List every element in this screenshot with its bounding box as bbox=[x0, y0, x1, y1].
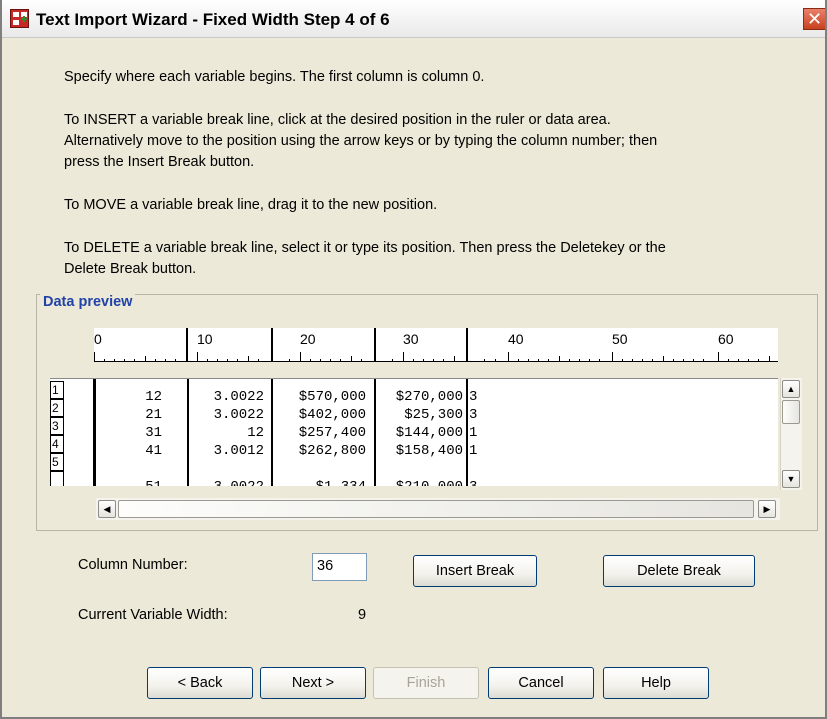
data-cell: 51 bbox=[122, 478, 162, 486]
vertical-scrollbar[interactable]: ▲ ▼ bbox=[780, 378, 802, 490]
instruction-line: Specify where each variable begins. The … bbox=[64, 69, 485, 85]
data-cell: 3.0012 bbox=[213, 443, 264, 459]
ruler-label: 20 bbox=[300, 331, 316, 347]
data-cell: $144,000 bbox=[395, 425, 463, 441]
ruler-break-marker[interactable] bbox=[466, 328, 468, 362]
data-cell: $262,800 bbox=[298, 443, 366, 459]
data-cell: $270,000 bbox=[395, 389, 463, 405]
instruction-line: press the Insert Break button. bbox=[64, 154, 255, 170]
row-number: 3 bbox=[50, 417, 64, 435]
vertical-scroll-thumb[interactable] bbox=[782, 400, 800, 424]
cancel-button[interactable]: Cancel bbox=[488, 667, 594, 699]
help-button[interactable]: Help bbox=[603, 667, 709, 699]
row-number-partial bbox=[50, 471, 64, 486]
data-cell: 3 bbox=[469, 478, 477, 486]
app-icon bbox=[10, 9, 29, 28]
data-cell: 3 bbox=[469, 407, 478, 423]
data-cell: $158,400 bbox=[395, 443, 463, 459]
data-cell: $25,300 bbox=[404, 407, 463, 423]
data-cell: 12 bbox=[247, 425, 264, 441]
data-cell: $1,334 bbox=[274, 478, 366, 486]
variable-break-line[interactable] bbox=[271, 379, 273, 486]
ruler-label: 40 bbox=[508, 331, 524, 347]
next-button[interactable]: Next > bbox=[260, 667, 366, 699]
data-cell: 41 bbox=[145, 443, 162, 459]
ruler-label: 30 bbox=[403, 331, 419, 347]
scroll-down-icon[interactable]: ▼ bbox=[782, 470, 800, 488]
row-number: 2 bbox=[50, 399, 64, 417]
data-cell: 3 bbox=[469, 389, 478, 405]
row-number-column: 1 2 3 4 5 bbox=[50, 379, 96, 486]
finish-button[interactable]: Finish bbox=[373, 667, 479, 699]
data-cell: 1 bbox=[469, 425, 478, 441]
variable-break-line[interactable] bbox=[187, 379, 189, 486]
data-cell: $210,000 bbox=[377, 478, 463, 486]
column-ruler[interactable]: 0 10 20 30 40 50 60 bbox=[94, 328, 778, 362]
data-preview-legend: Data preview bbox=[40, 294, 136, 310]
column-number-input[interactable]: 36 bbox=[312, 553, 367, 581]
ruler-label: 60 bbox=[718, 331, 734, 347]
column-number-label: Column Number: bbox=[78, 557, 188, 573]
row-number: 4 bbox=[50, 435, 64, 453]
ruler-break-marker[interactable] bbox=[186, 328, 188, 362]
variable-break-line[interactable] bbox=[374, 379, 376, 486]
close-icon[interactable]: ✕ bbox=[803, 8, 825, 30]
delete-break-button[interactable]: Delete Break bbox=[603, 555, 755, 587]
ruler-label: 50 bbox=[612, 331, 628, 347]
row-number: 5 bbox=[50, 453, 64, 471]
text-import-wizard-window: Text Import Wizard - Fixed Width Step 4 … bbox=[0, 0, 827, 719]
ruler-baseline bbox=[94, 361, 778, 362]
scroll-right-icon[interactable]: ▶ bbox=[758, 500, 776, 518]
instruction-line: Alternatively move to the position using… bbox=[64, 133, 658, 149]
insert-break-button[interactable]: Insert Break bbox=[413, 555, 537, 587]
current-variable-width-value: 9 bbox=[358, 607, 367, 623]
data-preview-grid[interactable]: 1 2 3 4 5 12 3.0022 $570,000 $270,000 3 … bbox=[50, 378, 778, 486]
instruction-line: To MOVE a variable break line, drag it t… bbox=[64, 197, 438, 213]
data-cell: $257,400 bbox=[298, 425, 366, 441]
horizontal-scrollbar[interactable]: ◀ ▶ bbox=[96, 498, 780, 520]
title-bar[interactable]: Text Import Wizard - Fixed Width Step 4 … bbox=[2, 0, 825, 38]
ruler-break-marker[interactable] bbox=[374, 328, 376, 362]
back-button[interactable]: < Back bbox=[147, 667, 253, 699]
data-cell: $402,000 bbox=[298, 407, 366, 423]
data-cell: 12 bbox=[145, 389, 162, 405]
ruler-label: 10 bbox=[197, 331, 213, 347]
data-cell: $570,000 bbox=[298, 389, 366, 405]
instruction-line: Delete Break button. bbox=[64, 261, 197, 277]
instruction-line: To DELETE a variable break line, select … bbox=[64, 240, 666, 256]
ruler-break-marker[interactable] bbox=[271, 328, 273, 362]
data-cell: 31 bbox=[145, 425, 162, 441]
current-variable-width-label: Current Variable Width: bbox=[78, 607, 228, 623]
data-cell: 21 bbox=[145, 407, 162, 423]
window-title: Text Import Wizard - Fixed Width Step 4 … bbox=[36, 10, 390, 29]
data-cell: 3.0022 bbox=[213, 389, 264, 405]
variable-break-line[interactable] bbox=[466, 379, 468, 486]
data-cell: 3.0022 bbox=[190, 478, 264, 486]
row-number: 1 bbox=[50, 381, 64, 399]
data-cell: 1 bbox=[469, 443, 478, 459]
horizontal-scroll-thumb[interactable] bbox=[118, 500, 754, 518]
scroll-up-icon[interactable]: ▲ bbox=[782, 380, 800, 398]
scroll-left-icon[interactable]: ◀ bbox=[98, 500, 116, 518]
ruler-label: 0 bbox=[94, 331, 102, 347]
instruction-line: To INSERT a variable break line, click a… bbox=[64, 112, 611, 128]
data-cell: 3.0022 bbox=[213, 407, 264, 423]
